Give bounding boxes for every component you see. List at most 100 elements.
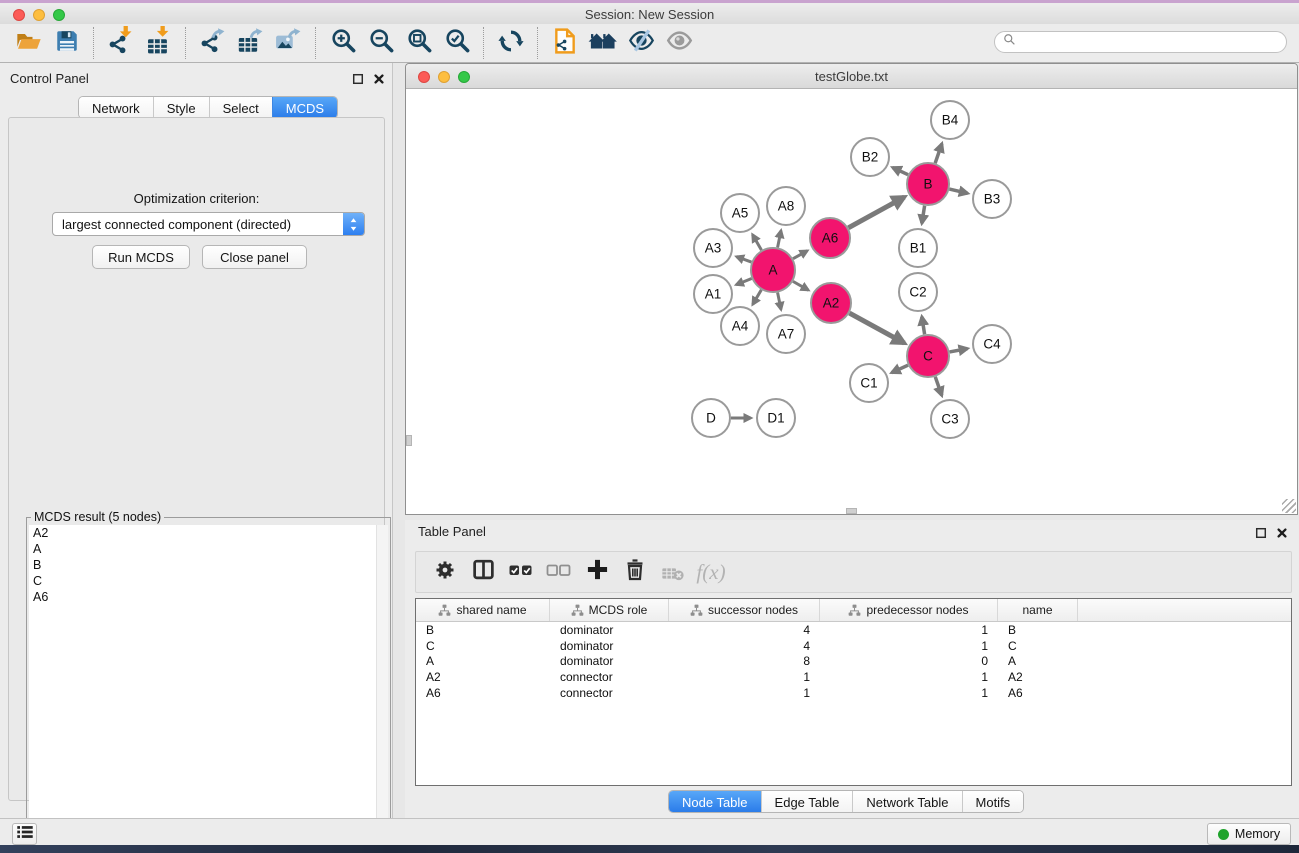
- show-all-eye-button[interactable]: [660, 26, 698, 60]
- tab-network[interactable]: Network: [79, 97, 153, 118]
- graph-node-A1[interactable]: A1: [694, 275, 732, 313]
- float-panel-icon[interactable]: [351, 72, 365, 86]
- result-item[interactable]: A6: [29, 589, 388, 605]
- edge-A2-C[interactable]: [849, 313, 904, 343]
- open-folder-button[interactable]: [10, 26, 48, 60]
- graph-node-B3[interactable]: B3: [973, 180, 1011, 218]
- search-input[interactable]: [1021, 34, 1278, 50]
- column-header-shared-name[interactable]: shared name: [416, 599, 550, 621]
- table-row[interactable]: Bdominator41B: [416, 622, 1291, 638]
- column-header-successor-nodes[interactable]: successor nodes: [669, 599, 820, 621]
- graph-node-B2[interactable]: B2: [851, 138, 889, 176]
- close-panel-button[interactable]: Close panel: [202, 245, 307, 269]
- run-mcds-button[interactable]: Run MCDS: [92, 245, 190, 269]
- trash-button[interactable]: [616, 554, 654, 590]
- edge-A-A4[interactable]: [753, 290, 762, 305]
- float-panel-icon[interactable]: [1254, 526, 1268, 540]
- edge-C-C4[interactable]: [950, 349, 968, 352]
- graph-node-A6[interactable]: A6: [810, 218, 850, 258]
- tab-select[interactable]: Select: [209, 97, 272, 118]
- zoom-in-button[interactable]: [324, 26, 362, 60]
- frame-left-handle[interactable]: [406, 435, 412, 446]
- table-row[interactable]: Adominator80A: [416, 654, 1291, 670]
- network-graph-canvas[interactable]: A A1 A2 A3 A4 A5 A6 A7 A8 B B1 B2 B3 B4 C C1 C2 C3C4 D D1: [406, 89, 1297, 514]
- edge-C-C1[interactable]: [892, 365, 908, 372]
- edge-A-A2[interactable]: [793, 281, 808, 290]
- graph-node-B4[interactable]: B4: [931, 101, 969, 139]
- result-item[interactable]: B: [29, 557, 388, 573]
- task-history-button[interactable]: [12, 823, 37, 845]
- edge-C-C3[interactable]: [935, 377, 942, 396]
- plus-button[interactable]: [578, 554, 616, 590]
- zoom-out-button[interactable]: [362, 26, 400, 60]
- edge-A-A5[interactable]: [753, 235, 762, 250]
- first-neighbors-home-button[interactable]: [584, 26, 622, 60]
- graph-node-C3[interactable]: C3: [931, 400, 969, 438]
- graph-node-C1[interactable]: C1: [850, 364, 888, 402]
- resize-grip-icon[interactable]: [1282, 499, 1296, 513]
- edge-B-B4[interactable]: [935, 144, 942, 164]
- search-field[interactable]: [994, 31, 1287, 53]
- result-item[interactable]: A: [29, 541, 388, 557]
- graph-node-A5[interactable]: A5: [721, 194, 759, 232]
- tab-node-table[interactable]: Node Table: [669, 791, 761, 812]
- edge-B-B1[interactable]: [922, 206, 925, 224]
- edge-A-A6[interactable]: [793, 251, 807, 259]
- tab-edge-table[interactable]: Edge Table: [761, 791, 853, 812]
- export-table-button[interactable]: [232, 26, 270, 60]
- export-network-button[interactable]: [194, 26, 232, 60]
- export-image-button[interactable]: [270, 26, 308, 60]
- graph-node-A7[interactable]: A7: [767, 315, 805, 353]
- graph-node-B1[interactable]: B1: [899, 229, 937, 267]
- graph-node-A[interactable]: A: [751, 248, 795, 292]
- edge-A-A7[interactable]: [778, 293, 781, 310]
- close-panel-icon[interactable]: [372, 72, 386, 86]
- graph-node-A4[interactable]: A4: [721, 307, 759, 345]
- edge-A6-B[interactable]: [848, 197, 904, 228]
- gear-button[interactable]: [426, 554, 464, 590]
- table-row[interactable]: A2connector11A2: [416, 669, 1291, 685]
- tab-motifs[interactable]: Motifs: [962, 791, 1024, 812]
- graph-node-C4[interactable]: C4: [973, 325, 1011, 363]
- split-columns-button[interactable]: [464, 554, 502, 590]
- refresh-layout-button[interactable]: [492, 26, 530, 60]
- close-panel-icon[interactable]: [1275, 526, 1289, 540]
- save-floppy-button[interactable]: [48, 26, 86, 60]
- zoom-fit-button[interactable]: [400, 26, 438, 60]
- graph-node-A8[interactable]: A8: [767, 187, 805, 225]
- result-item[interactable]: C: [29, 573, 388, 589]
- table-row[interactable]: Cdominator41C: [416, 638, 1291, 654]
- graph-node-C[interactable]: C: [907, 335, 949, 377]
- check-all-button[interactable]: [502, 554, 540, 590]
- edge-A-A3[interactable]: [736, 257, 751, 262]
- tab-network-table[interactable]: Network Table: [852, 791, 961, 812]
- graph-node-D[interactable]: D: [692, 399, 730, 437]
- edge-B-B2[interactable]: [893, 168, 908, 175]
- frame-bottom-handle[interactable]: [846, 508, 857, 514]
- graph-node-A2[interactable]: A2: [811, 283, 851, 323]
- result-scrollbar[interactable]: [376, 525, 388, 847]
- column-header-name[interactable]: name: [998, 599, 1078, 621]
- graph-node-C2[interactable]: C2: [899, 273, 937, 311]
- edge-C-C2[interactable]: [922, 317, 925, 335]
- network-from-document-button[interactable]: [546, 26, 584, 60]
- zoom-selected-button[interactable]: [438, 26, 476, 60]
- graph-node-A3[interactable]: A3: [694, 229, 732, 267]
- import-table-button[interactable]: [140, 26, 178, 60]
- result-item[interactable]: A2: [29, 525, 388, 541]
- column-header-predecessor-nodes[interactable]: predecessor nodes: [820, 599, 998, 621]
- edge-B-B3[interactable]: [949, 189, 967, 193]
- memory-button[interactable]: Memory: [1207, 823, 1291, 845]
- import-network-button[interactable]: [102, 26, 140, 60]
- graph-node-D1[interactable]: D1: [757, 399, 795, 437]
- edge-A-A8[interactable]: [778, 230, 781, 247]
- graph-node-B[interactable]: B: [907, 163, 949, 205]
- criterion-dropdown[interactable]: largest connected component (directed): [52, 212, 365, 236]
- tab-mcds[interactable]: MCDS: [272, 97, 337, 118]
- column-header-MCDS-role[interactable]: MCDS role: [550, 599, 669, 621]
- table-row[interactable]: A6connector11A6: [416, 685, 1291, 701]
- edge-A-A1[interactable]: [736, 279, 751, 285]
- uncheck-all-button[interactable]: [540, 554, 578, 590]
- tab-style[interactable]: Style: [153, 97, 209, 118]
- hide-selected-eye-button[interactable]: [622, 26, 660, 60]
